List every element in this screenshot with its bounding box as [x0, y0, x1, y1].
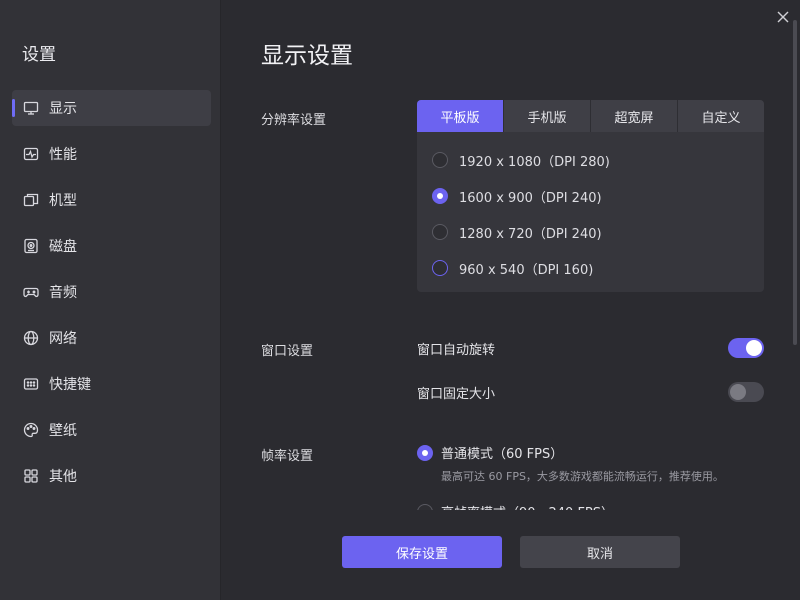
resolution-tabs: 平板版 手机版 超宽屏 自定义: [417, 100, 764, 132]
sidebar-item-label: 音频: [49, 285, 77, 301]
auto-rotate-toggle[interactable]: [728, 338, 764, 358]
sidebar-item-label: 网络: [49, 331, 77, 347]
monitor-icon: [23, 100, 39, 116]
sidebar-item-label: 其他: [49, 469, 77, 485]
fps-high-option[interactable]: 高帧率模式（90 - 240 FPS）: [417, 502, 614, 510]
radio-button[interactable]: [432, 224, 448, 240]
sidebar-item-audio[interactable]: 音频: [12, 274, 211, 310]
toggle-knob: [730, 384, 746, 400]
sidebar-item-label: 机型: [49, 193, 77, 209]
sidebar-item-hotkeys[interactable]: 快捷键: [12, 366, 211, 402]
fixed-size-toggle[interactable]: [728, 382, 764, 402]
close-icon: [777, 11, 789, 23]
fixed-size-label: 窗口固定大小: [417, 386, 496, 402]
radio-button[interactable]: [432, 188, 448, 204]
resolution-option[interactable]: 1920 x 1080（DPI 280): [417, 142, 764, 178]
scrollbar[interactable]: [793, 20, 797, 345]
resolution-options: 1920 x 1080（DPI 280) 1600 x 900（DPI 240)…: [417, 132, 764, 286]
sidebar-item-network[interactable]: 网络: [12, 320, 211, 356]
tab-custom[interactable]: 自定义: [678, 100, 764, 132]
fps-high-label: 高帧率模式（90 - 240 FPS）: [441, 502, 614, 510]
resolution-option[interactable]: 1600 x 900（DPI 240): [417, 178, 764, 214]
sidebar-item-display[interactable]: 显示: [12, 90, 211, 126]
fixed-size-row: 窗口固定大小: [417, 380, 764, 404]
radio-button[interactable]: [417, 444, 433, 461]
sidebar-item-disk[interactable]: 磁盘: [12, 228, 211, 264]
sidebar-item-wallpaper[interactable]: 壁纸: [12, 412, 211, 448]
sidebar-item-label: 快捷键: [49, 377, 91, 393]
auto-rotate-row: 窗口自动旋转: [417, 336, 764, 360]
gamepad-icon: [23, 284, 39, 300]
radio-button[interactable]: [417, 503, 433, 510]
grid-icon: [23, 468, 39, 484]
resolution-option-label: 1600 x 900（DPI 240): [459, 190, 602, 206]
resolution-option[interactable]: 960 x 540（DPI 160): [417, 250, 764, 286]
fps-normal-description: 最高可达 60 FPS，大多数游戏都能流畅运行，推荐使用。: [441, 470, 724, 483]
main-panel: 显示设置 分辨率设置 平板版 手机版 超宽屏 自定义 1920 x 1080（D…: [221, 0, 800, 600]
sidebar: 设置 显示 性能 机型 磁盘 音频 网络 快捷键 壁纸 其他: [0, 0, 221, 600]
sidebar-item-model[interactable]: 机型: [12, 182, 211, 218]
page-title: 显示设置: [261, 43, 353, 69]
resolution-option-label: 1280 x 720（DPI 240): [459, 226, 602, 242]
fps-normal-label: 普通模式（60 FPS）: [441, 447, 564, 462]
palette-icon: [23, 422, 39, 438]
tab-phone[interactable]: 手机版: [504, 100, 591, 132]
radio-button[interactable]: [432, 152, 448, 168]
toggle-knob: [746, 340, 762, 356]
tab-ultrawide[interactable]: 超宽屏: [591, 100, 678, 132]
resolution-section-label: 分辨率设置: [261, 113, 327, 128]
sidebar-item-label: 性能: [49, 147, 77, 163]
fps-normal-option[interactable]: 普通模式（60 FPS）: [417, 443, 563, 462]
resolution-option[interactable]: 1280 x 720（DPI 240): [417, 214, 764, 250]
window-section-label: 窗口设置: [261, 344, 314, 359]
settings-scroll-area[interactable]: 分辨率设置 平板版 手机版 超宽屏 自定义 1920 x 1080（DPI 28…: [221, 90, 800, 510]
sidebar-title: 设置: [22, 45, 56, 65]
auto-rotate-label: 窗口自动旋转: [417, 342, 496, 358]
save-button[interactable]: 保存设置: [342, 536, 502, 568]
tab-tablet[interactable]: 平板版: [417, 100, 504, 132]
fps-section-label: 帧率设置: [261, 449, 314, 464]
settings-window: 设置 显示 性能 机型 磁盘 音频 网络 快捷键 壁纸 其他 显示设置 分辨率设…: [0, 0, 800, 600]
disk-icon: [23, 238, 39, 254]
device-icon: [23, 192, 39, 208]
sidebar-item-label: 磁盘: [49, 239, 77, 255]
globe-icon: [23, 330, 39, 346]
keyboard-icon: [23, 376, 39, 392]
close-button[interactable]: [774, 8, 792, 26]
sidebar-item-label: 壁纸: [49, 423, 77, 439]
sidebar-nav: 显示 性能 机型 磁盘 音频 网络 快捷键 壁纸 其他: [12, 90, 211, 504]
resolution-option-label: 1920 x 1080（DPI 280): [459, 154, 610, 170]
sidebar-item-label: 显示: [49, 101, 77, 117]
resolution-panel: 平板版 手机版 超宽屏 自定义 1920 x 1080（DPI 280) 160…: [417, 100, 764, 292]
sidebar-item-performance[interactable]: 性能: [12, 136, 211, 172]
sidebar-item-other[interactable]: 其他: [12, 458, 211, 494]
cancel-button[interactable]: 取消: [520, 536, 680, 568]
pulse-icon: [23, 146, 39, 162]
resolution-option-label: 960 x 540（DPI 160): [459, 262, 594, 278]
radio-button[interactable]: [432, 260, 448, 276]
